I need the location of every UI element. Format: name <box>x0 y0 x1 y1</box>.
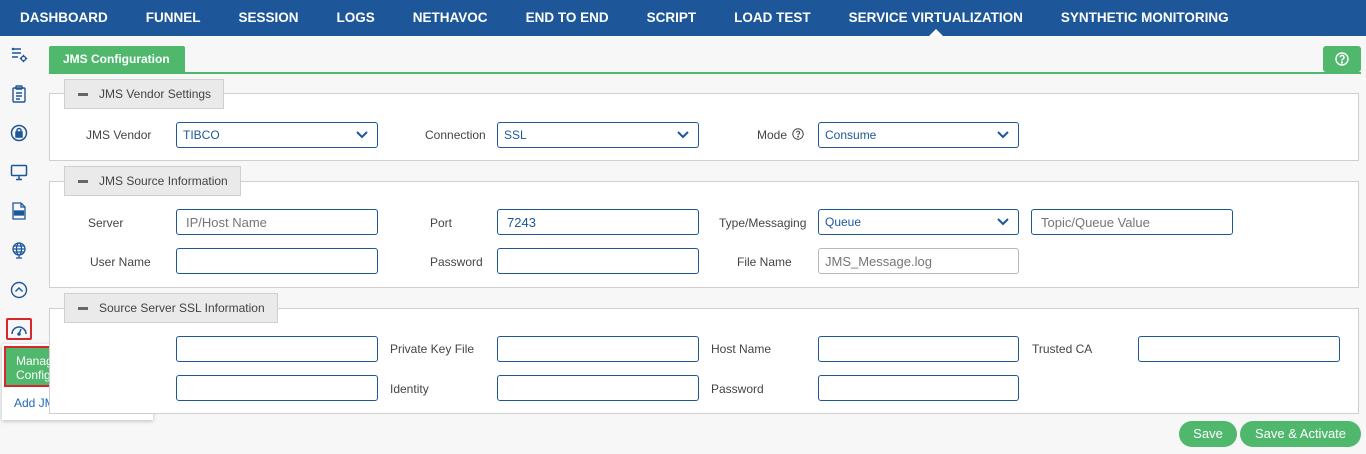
save-activate-button[interactable]: Save & Activate <box>1240 421 1361 447</box>
tab-nethavoc[interactable]: NETHAVOC <box>394 0 507 36</box>
top-nav: DASHBOARD FUNNEL SESSION LOGS NETHAVOC E… <box>0 0 1366 36</box>
tab-load-test[interactable]: LOAD TEST <box>715 0 830 36</box>
username-label: User Name <box>90 255 151 269</box>
list-settings-icon[interactable] <box>8 44 30 66</box>
gauge-icon[interactable] <box>6 318 32 340</box>
ssl-password-label: Password <box>711 382 764 396</box>
identity-label: Identity <box>390 382 429 396</box>
chevron-up-circle-icon[interactable] <box>8 279 30 301</box>
type-messaging-select[interactable]: Queue <box>818 209 1019 235</box>
ssl-password-input[interactable] <box>818 375 1019 401</box>
mode-label: Mode <box>757 128 788 142</box>
source-info-legend[interactable]: JMS Source Information <box>64 166 241 196</box>
tab-end-to-end[interactable]: END TO END <box>507 0 628 36</box>
ssl-key-input[interactable] <box>176 375 378 401</box>
chevron-down-icon <box>997 131 1009 139</box>
help-circle-icon <box>1335 52 1349 66</box>
tab-synthetic-monitoring[interactable]: SYNTHETIC MONITORING <box>1042 0 1248 36</box>
private-key-input[interactable] <box>497 336 699 362</box>
connection-label: Connection <box>425 128 486 142</box>
tab-underline <box>49 72 1361 74</box>
jms-vendor-label: JMS Vendor <box>86 128 152 142</box>
topic-queue-input[interactable] <box>1031 209 1233 235</box>
server-input[interactable] <box>176 209 378 235</box>
private-key-label: Private Key File <box>390 342 475 356</box>
vendor-settings-legend[interactable]: JMS Vendor Settings <box>64 79 224 109</box>
ssl-info-legend[interactable]: Source Server SSL Information <box>64 293 278 323</box>
port-input[interactable] <box>497 209 699 235</box>
type-messaging-label: Type/Messaging <box>719 216 807 230</box>
connection-select[interactable]: SSL <box>497 122 699 148</box>
mode-select[interactable]: Consume <box>818 122 1019 148</box>
help-button[interactable] <box>1323 46 1361 72</box>
log-file-icon[interactable] <box>8 200 30 222</box>
jms-vendor-select[interactable]: TIBCO <box>176 122 378 148</box>
tab-session[interactable]: SESSION <box>220 0 318 36</box>
tab-logs[interactable]: LOGS <box>318 0 394 36</box>
chevron-down-icon <box>677 131 689 139</box>
save-button[interactable]: Save <box>1179 421 1237 447</box>
host-name-label: Host Name <box>711 342 772 356</box>
tab-service-virtualization[interactable]: SERVICE VIRTUALIZATION <box>830 0 1042 36</box>
monitor-icon[interactable] <box>8 161 30 183</box>
host-name-input[interactable] <box>818 336 1019 362</box>
trusted-ca-label: Trusted CA <box>1032 342 1093 356</box>
server-label: Server <box>88 216 124 230</box>
mode-help-icon[interactable] <box>792 128 804 140</box>
file-name-input[interactable] <box>818 248 1019 274</box>
chevron-down-icon <box>356 131 368 139</box>
username-input[interactable] <box>176 248 378 274</box>
jms-configuration-tab[interactable]: JMS Configuration <box>49 46 185 72</box>
password-label: Password <box>430 255 483 269</box>
trusted-ca-input[interactable] <box>1138 336 1340 362</box>
lock-icon[interactable] <box>8 122 30 144</box>
ssl-cert-input[interactable] <box>176 336 378 362</box>
tab-funnel[interactable]: FUNNEL <box>127 0 220 36</box>
tab-script[interactable]: SCRIPT <box>628 0 716 36</box>
chevron-down-icon <box>997 218 1009 226</box>
identity-input[interactable] <box>497 375 699 401</box>
file-name-label: File Name <box>737 255 792 269</box>
port-label: Port <box>430 216 453 230</box>
tab-dashboard[interactable]: DASHBOARD <box>0 0 127 36</box>
password-input[interactable] <box>497 248 699 274</box>
globe-icon[interactable] <box>8 239 30 261</box>
clipboard-icon[interactable] <box>8 83 30 105</box>
